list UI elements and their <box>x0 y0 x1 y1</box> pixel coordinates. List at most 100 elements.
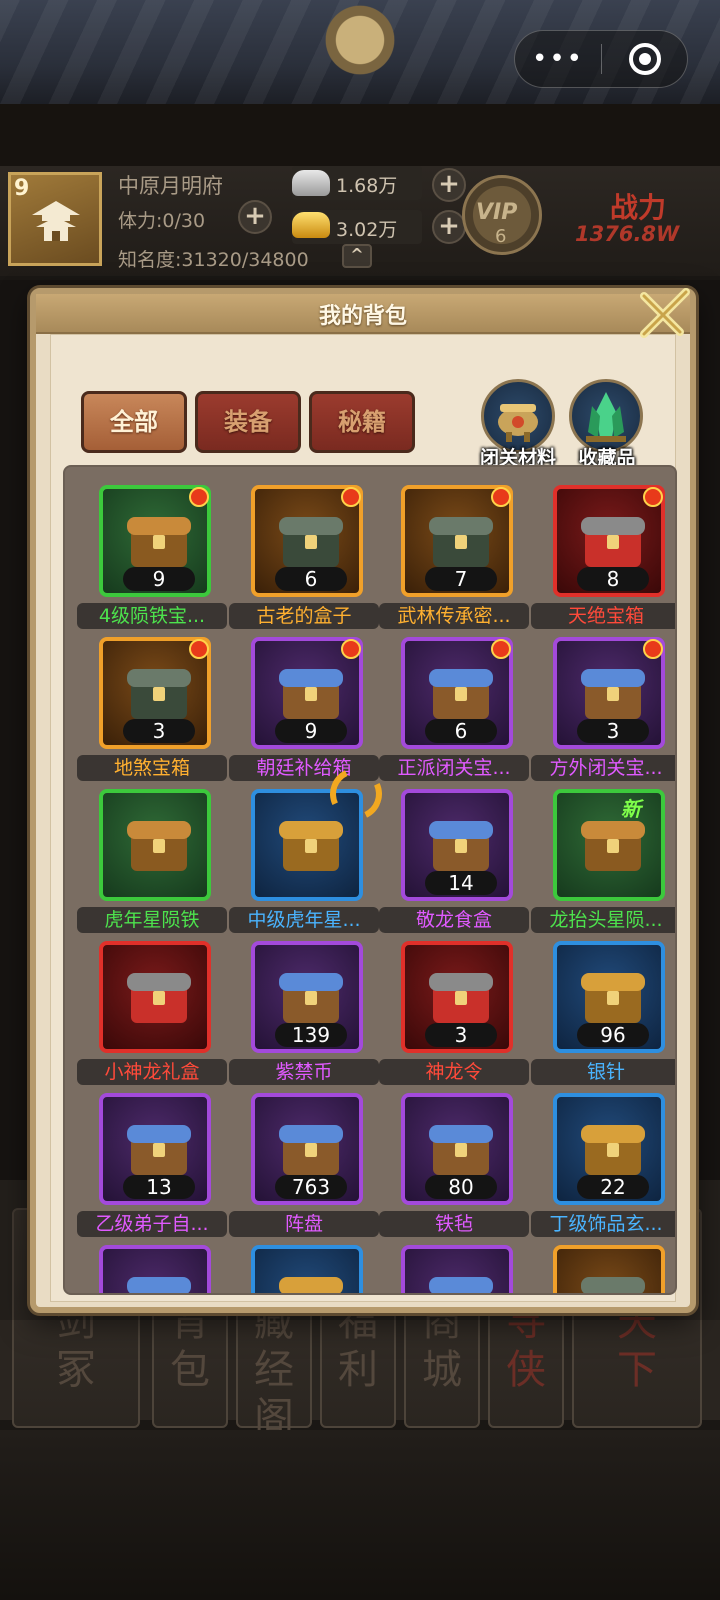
gold-coin-icon <box>279 973 343 1023</box>
item-frame[interactable]: 96 <box>553 941 665 1053</box>
inventory-item[interactable]: 新龙抬头星陨... <box>531 785 675 935</box>
item-frame[interactable]: 14 <box>401 789 513 901</box>
new-item-dot <box>341 487 361 507</box>
dragon-gift-box-icon <box>127 973 191 1023</box>
fame-expand-button[interactable]: ^ <box>342 244 372 268</box>
item-count: 96 <box>577 1023 649 1047</box>
inventory-item[interactable]: 6 古老的盒子 <box>229 481 379 631</box>
mystery-disciple-icon <box>127 1125 191 1175</box>
new-item-dot <box>341 639 361 659</box>
inventory-item[interactable]: 9 朝廷补给箱 <box>229 633 379 783</box>
inventory-item[interactable]: 3 方外闭关宝... <box>531 633 675 783</box>
item-name: 紫禁币 <box>229 1059 379 1085</box>
treasure-chest-open-icon <box>127 517 191 567</box>
item-name: 龙抬头星陨... <box>531 907 675 933</box>
inventory-item[interactable]: 3 神龙令 <box>379 937 529 1087</box>
silver-needle-icon <box>581 973 645 1023</box>
inventory-item[interactable] <box>379 1241 529 1293</box>
item-frame[interactable]: 139 <box>251 941 363 1053</box>
red-gold-chest-icon <box>127 669 191 719</box>
ore-icon <box>581 1125 645 1175</box>
inventory-item[interactable]: 13 乙级弟子自... <box>77 1089 227 1239</box>
inventory-item[interactable]: 虎年星陨铁 <box>77 785 227 935</box>
inventory-item[interactable]: 80 铁毡 <box>379 1089 529 1239</box>
new-tag: 新 <box>621 797 641 821</box>
fame-text: 知名度:31320/34800 <box>118 249 309 271</box>
tab-manuals[interactable]: 秘籍 <box>309 391 415 453</box>
modal-title: 我的背包 <box>318 304 407 329</box>
tab-equipment[interactable]: 装备 <box>195 391 301 453</box>
item-count: 3 <box>123 719 195 743</box>
add-gold-button[interactable]: + <box>432 210 466 244</box>
inventory-item[interactable]: 14 敬龙食盒 <box>379 785 529 935</box>
item-frame[interactable] <box>99 1245 211 1293</box>
add-silver-button[interactable]: + <box>432 168 466 202</box>
item-name: 4级陨铁宝... <box>77 603 227 629</box>
item-name: 敬龙食盒 <box>379 907 529 933</box>
item-frame[interactable]: 22 <box>553 1093 665 1205</box>
item-name: 虎年星陨铁 <box>77 907 227 933</box>
item-count: 3 <box>425 1023 497 1047</box>
item-grid: 9 4级陨铁宝... 6 古老的盒子 7 武林传承密... 8 天绝宝箱 3 地煞宝箱 9 朝廷补给箱… <box>63 465 677 1295</box>
item-frame[interactable] <box>553 1245 665 1293</box>
game-screen: ••• 9 中原月明府 体力:0/30 + 知名度:31320/34800 ^ … <box>0 0 720 1600</box>
blue-dragon-icon <box>581 821 645 871</box>
item-name: 乙级弟子自... <box>77 1211 227 1237</box>
inventory-item[interactable]: 8 天绝宝箱 <box>531 481 675 631</box>
dragon-token-icon <box>429 973 493 1023</box>
item-frame[interactable]: 80 <box>401 1093 513 1205</box>
inventory-item[interactable]: 763 阵盘 <box>229 1089 379 1239</box>
item-frame[interactable] <box>553 789 665 901</box>
more-menu-button[interactable]: ••• <box>515 30 601 88</box>
item-name: 地煞宝箱 <box>77 755 227 781</box>
inventory-item[interactable]: 7 武林传承密... <box>379 481 529 631</box>
ancient-box-icon <box>279 517 343 567</box>
inventory-item[interactable]: 22 丁级饰品玄... <box>531 1089 675 1239</box>
item-count: 6 <box>425 719 497 743</box>
item-frame[interactable] <box>251 1245 363 1293</box>
item-name: 方外闭关宝... <box>531 755 675 781</box>
new-item-dot <box>643 487 663 507</box>
inventory-item[interactable] <box>77 1241 227 1293</box>
item-frame[interactable] <box>401 1245 513 1293</box>
item-count: 139 <box>275 1023 347 1047</box>
food-box-icon <box>429 821 493 871</box>
roof-ornament <box>300 0 420 100</box>
inventory-item[interactable]: 9 4级陨铁宝... <box>77 481 227 631</box>
exit-program-button[interactable] <box>629 43 661 75</box>
new-item-dot <box>643 639 663 659</box>
add-stamina-button[interactable]: + <box>238 200 272 234</box>
inventory-item[interactable]: 96 银针 <box>531 937 675 1087</box>
collectibles-button[interactable] <box>569 379 643 453</box>
tab-all[interactable]: 全部 <box>81 391 187 453</box>
red-gem-icon <box>581 1277 645 1293</box>
item-name: 丁级饰品玄... <box>531 1211 675 1237</box>
item-count: 3 <box>577 719 649 743</box>
floor-background <box>0 1430 720 1600</box>
cauldron-icon <box>498 404 538 442</box>
inventory-item[interactable] <box>229 1241 379 1293</box>
inventory-item[interactable]: 6 正派闭关宝... <box>379 633 529 783</box>
item-name: 铁毡 <box>379 1211 529 1237</box>
item-frame[interactable]: 3 <box>401 941 513 1053</box>
iron-anvil-icon <box>429 1125 493 1175</box>
inventory-item[interactable]: 139 紫禁币 <box>229 937 379 1087</box>
blue-supply-chest-icon <box>279 669 343 719</box>
item-frame[interactable]: 763 <box>251 1093 363 1205</box>
close-modal-button[interactable] <box>634 284 694 344</box>
item-frame[interactable] <box>99 941 211 1053</box>
inventory-item[interactable]: 小神龙礼盒 <box>77 937 227 1087</box>
vip-level: 6 <box>495 226 507 247</box>
item-frame[interactable] <box>99 789 211 901</box>
player-name: 中原月明府 <box>118 174 223 198</box>
gold-amount: 3.02万 <box>336 219 398 241</box>
item-frame[interactable]: 13 <box>99 1093 211 1205</box>
new-item-dot <box>189 639 209 659</box>
inventory-item[interactable]: 3 地煞宝箱 <box>77 633 227 783</box>
inventory-item[interactable] <box>531 1241 675 1293</box>
blue-crystal-icon <box>429 1277 493 1293</box>
seclusion-materials-button[interactable] <box>481 379 555 453</box>
new-item-dot <box>491 639 511 659</box>
item-count: 763 <box>275 1175 347 1199</box>
stamina-text: 体力:0/30 <box>118 210 206 232</box>
